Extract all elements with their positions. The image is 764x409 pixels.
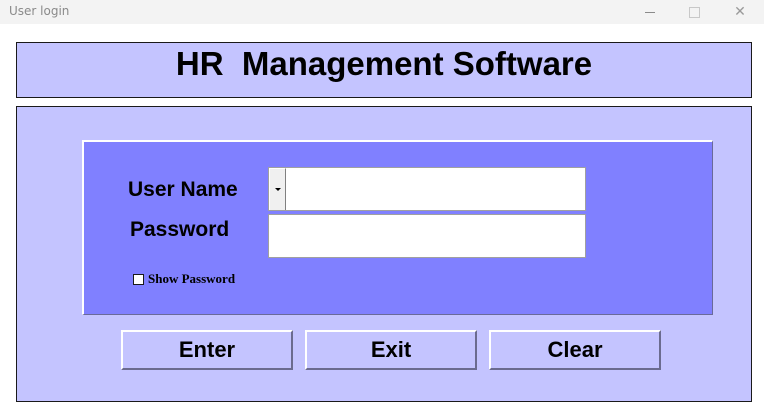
username-input[interactable]	[287, 168, 585, 210]
enter-button[interactable]: Enter	[121, 330, 293, 370]
window-title: User login	[9, 4, 70, 18]
show-password-label[interactable]: Show Password	[148, 271, 235, 287]
show-password-toggle[interactable]: Show Password	[133, 271, 235, 287]
maximize-button[interactable]	[671, 0, 717, 24]
clear-button[interactable]: Clear	[489, 330, 661, 370]
username-combobox[interactable]	[268, 167, 586, 211]
username-label: User Name	[128, 178, 238, 201]
close-icon: ✕	[734, 4, 746, 20]
maximize-icon	[688, 6, 700, 18]
show-password-checkbox[interactable]	[133, 273, 144, 285]
username-dropdown-button[interactable]	[269, 168, 286, 210]
minimize-icon	[645, 11, 655, 13]
title-bar[interactable]: User login ✕	[0, 0, 764, 24]
close-button[interactable]: ✕	[717, 0, 763, 24]
login-panel: User Name Password Show Password Enter E…	[16, 106, 752, 402]
password-input[interactable]	[268, 214, 586, 258]
credentials-panel: User Name Password Show Password	[82, 140, 713, 315]
caret-down-icon	[274, 188, 281, 191]
password-label: Password	[130, 218, 230, 241]
exit-button[interactable]: Exit	[305, 330, 477, 370]
login-window: User login ✕ HR Management Software User…	[0, 0, 764, 409]
minimize-button[interactable]	[627, 0, 673, 24]
app-title: HR Management Software	[175, 45, 593, 82]
header-panel: HR Management Software	[16, 42, 752, 98]
